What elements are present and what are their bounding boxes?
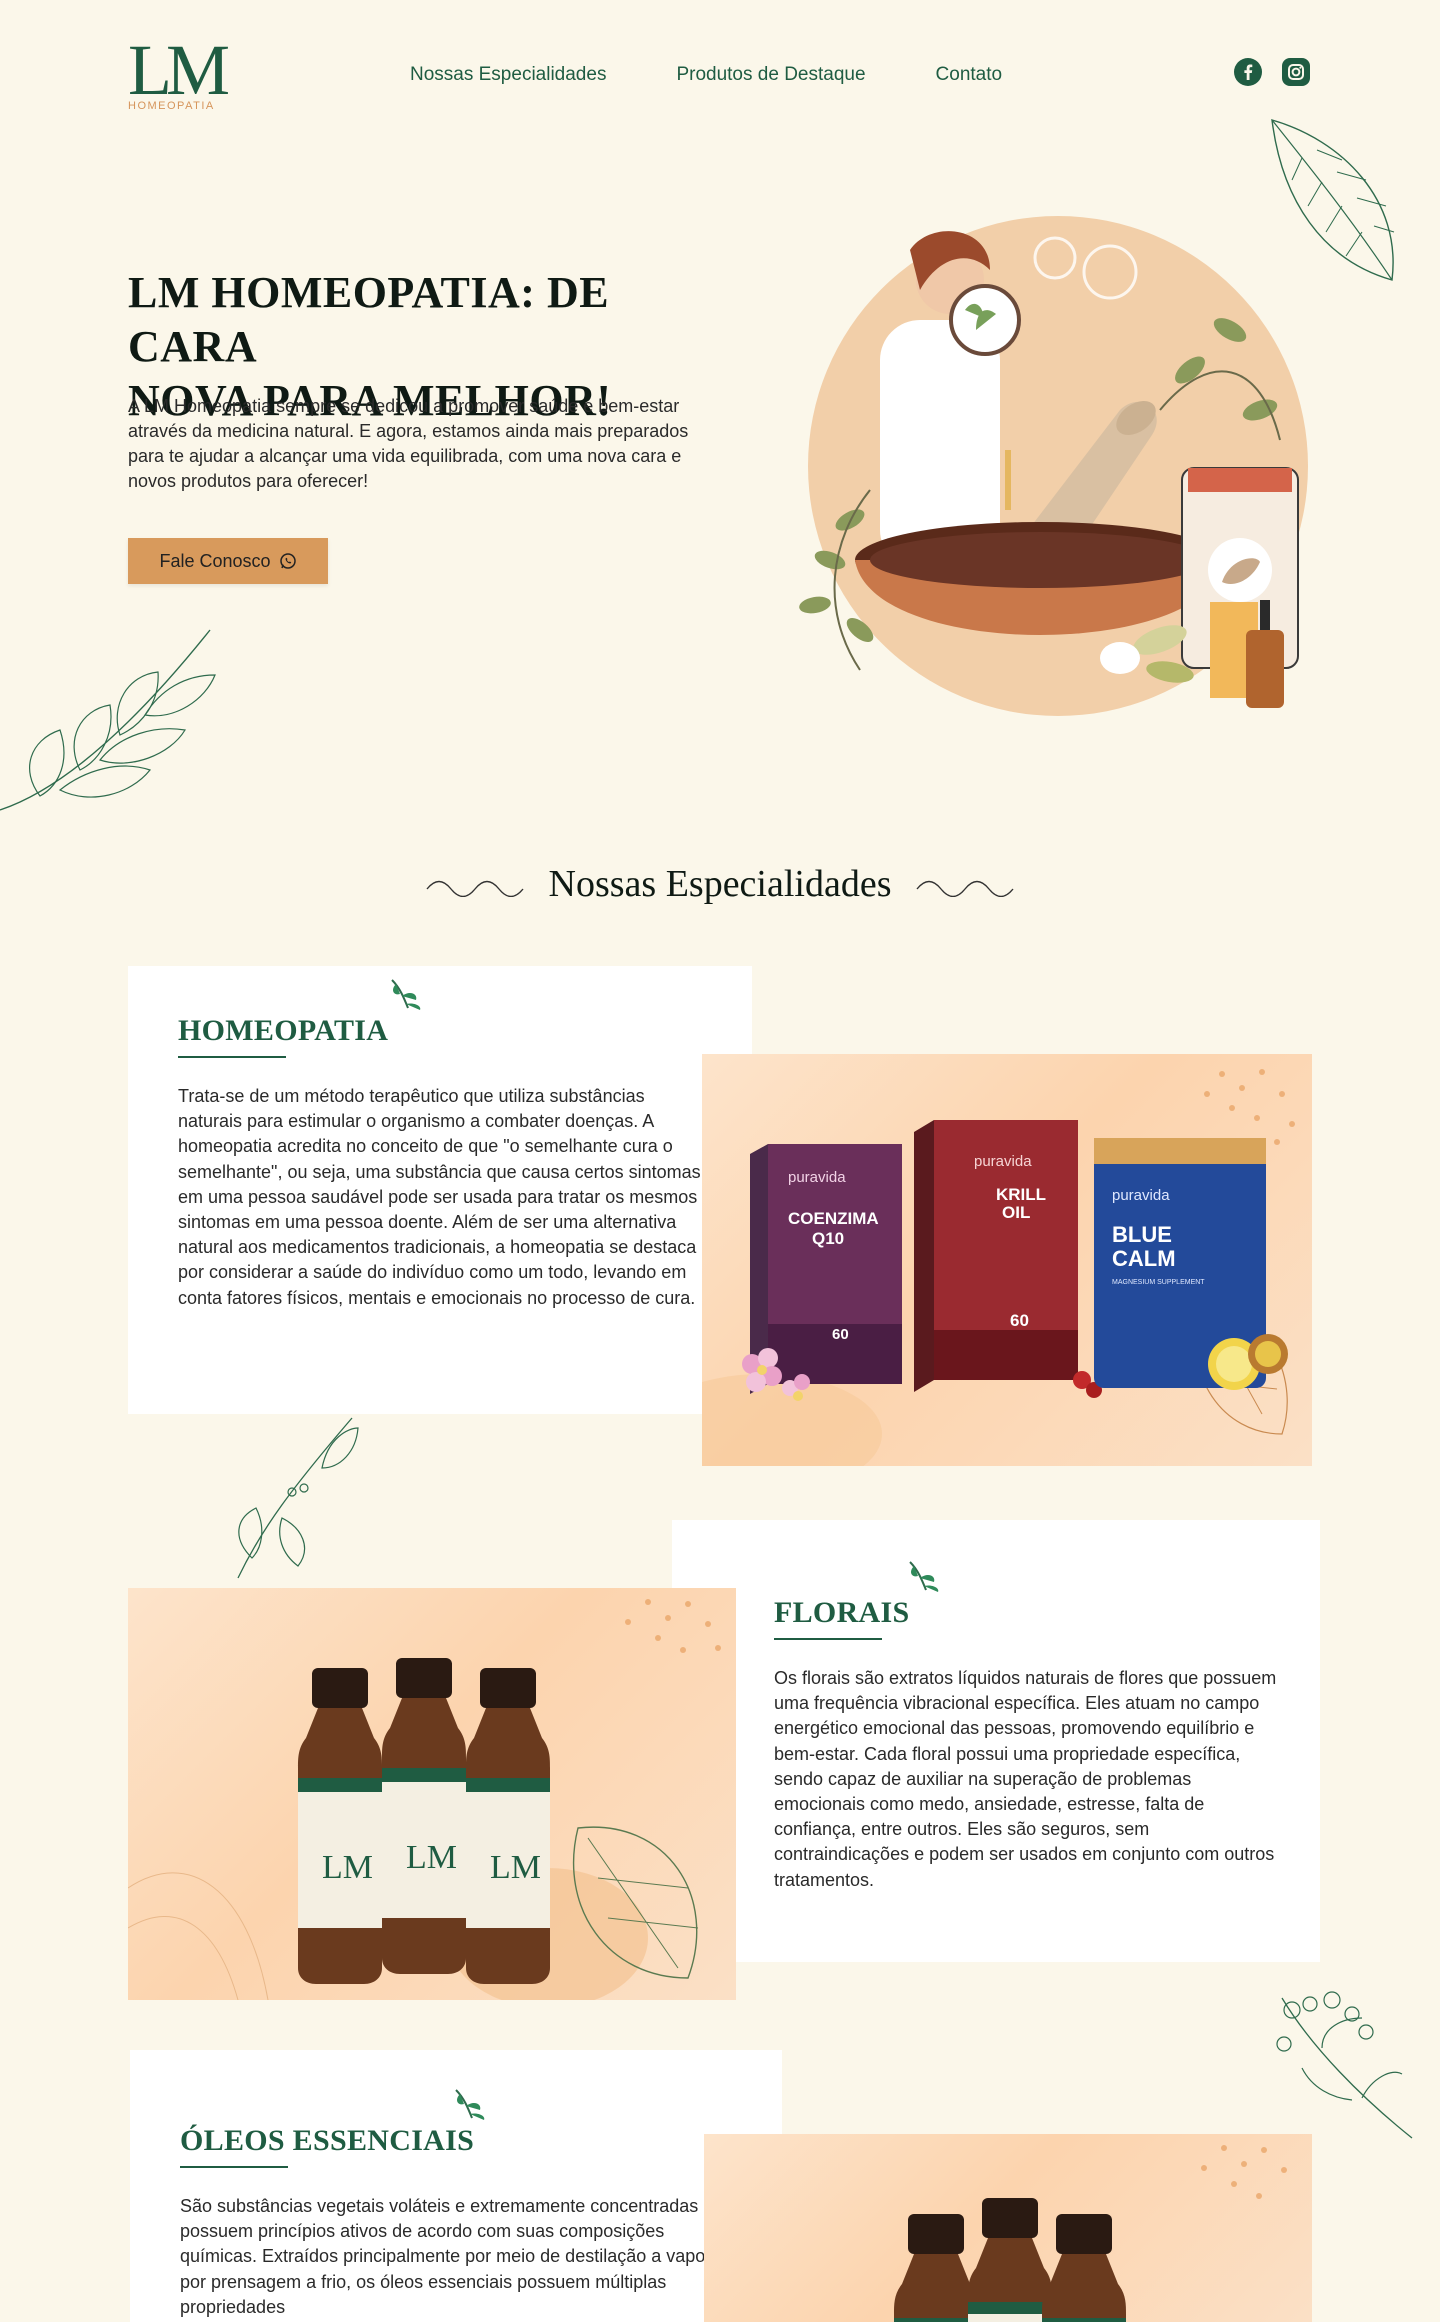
oil-label: OIL	[1002, 1203, 1030, 1222]
florais-bottles-image: LM LM LM	[128, 1599, 721, 2000]
product-image-oleos	[704, 2134, 1312, 2322]
brand-label: puravida	[788, 1169, 846, 1186]
leaf-decoration-left-icon	[0, 629, 216, 811]
specialty-card-homeopatia: HOMEOPATIA Trata-se de um método terapêu…	[128, 966, 752, 1414]
bottle-label-1: LM	[322, 1849, 373, 1886]
coenzima-q10-label: Q10	[812, 1229, 844, 1248]
hero-description: A LM Homeopatia sempre se dedicou a prom…	[128, 396, 689, 491]
krill-label: KRILL	[996, 1185, 1046, 1204]
social-links	[1234, 58, 1310, 86]
nav-link-contact[interactable]: Contato	[936, 64, 1003, 86]
logo[interactable]: LM HOMEOPATIA	[128, 34, 232, 120]
bluecalm-sub: MAGNESIUM SUPPLEMENT	[1112, 1279, 1205, 1286]
contact-us-button[interactable]: Fale Conosco	[128, 538, 328, 584]
sprig-icon-3	[455, 2089, 485, 2120]
specialty-title: HOMEOPATIA	[178, 1014, 389, 1047]
wave-left-icon	[426, 881, 524, 898]
whatsapp-icon	[279, 553, 296, 569]
specialty-title-2: FLORAIS	[774, 1596, 910, 1629]
sprig-icon	[391, 979, 421, 1010]
bottle-label-2: LM	[406, 1839, 457, 1876]
product-image-florais: LM LM LM	[128, 1588, 736, 2000]
facebook-icon[interactable]	[1234, 58, 1262, 86]
nav-link-specialties[interactable]: Nossas Especialidades	[410, 64, 606, 86]
wave-right-icon	[916, 881, 1014, 898]
supplements-image: puravida COENZIMA Q10 60 puravida KRILL …	[702, 1069, 1295, 1466]
calm-label: CALM	[1112, 1246, 1176, 1271]
coenzima-label: COENZIMA	[788, 1209, 879, 1228]
specialty-description-2: Os florais são extratos líquidos naturai…	[774, 1668, 1277, 1890]
hero-illustration	[799, 216, 1308, 716]
specialties-section-title: Nossas Especialidades	[0, 862, 1440, 906]
oleos-bottles-image	[894, 2145, 1287, 2322]
specialties-title-text: Nossas Especialidades	[548, 863, 892, 905]
product-image-supplements: puravida COENZIMA Q10 60 puravida KRILL …	[702, 1054, 1312, 1466]
brand-label-2: puravida	[974, 1153, 1032, 1170]
main-nav: Nossas Especialidades Produtos de Destaq…	[410, 64, 1002, 86]
krill-count: 60	[1010, 1311, 1029, 1330]
coenzima-count: 60	[832, 1326, 849, 1343]
branch-decoration-icon	[237, 1417, 359, 1579]
logo-mark: LM	[128, 30, 230, 110]
brand-label-3: puravida	[1112, 1187, 1170, 1204]
title-underline-3	[180, 2166, 288, 2168]
specialty-description-3: São substâncias vegetais voláteis e extr…	[180, 2196, 737, 2317]
title-underline	[178, 1056, 286, 1058]
nav-link-featured-products[interactable]: Produtos de Destaque	[676, 64, 865, 86]
hero-title-line-1: LM HOMEOPATIA: DE CARA	[128, 268, 610, 371]
blue-label: BLUE	[1112, 1222, 1172, 1247]
specialty-description: Trata-se de um método terapêutico que ut…	[178, 1086, 701, 1308]
specialty-card-oleos: ÓLEOS ESSENCIAIS São substâncias vegetai…	[130, 2050, 782, 2322]
specialty-title-3: ÓLEOS ESSENCIAIS	[180, 2124, 475, 2157]
sprig-icon-2	[909, 1561, 939, 1592]
specialty-card-florais: FLORAIS Os florais são extratos líquidos…	[672, 1520, 1320, 1962]
contact-us-label: Fale Conosco	[159, 550, 271, 571]
flower-decoration-icon	[1276, 1991, 1413, 2139]
instagram-icon[interactable]	[1282, 58, 1310, 86]
title-underline-2	[774, 1638, 882, 1640]
bottle-label-3: LM	[490, 1849, 541, 1886]
